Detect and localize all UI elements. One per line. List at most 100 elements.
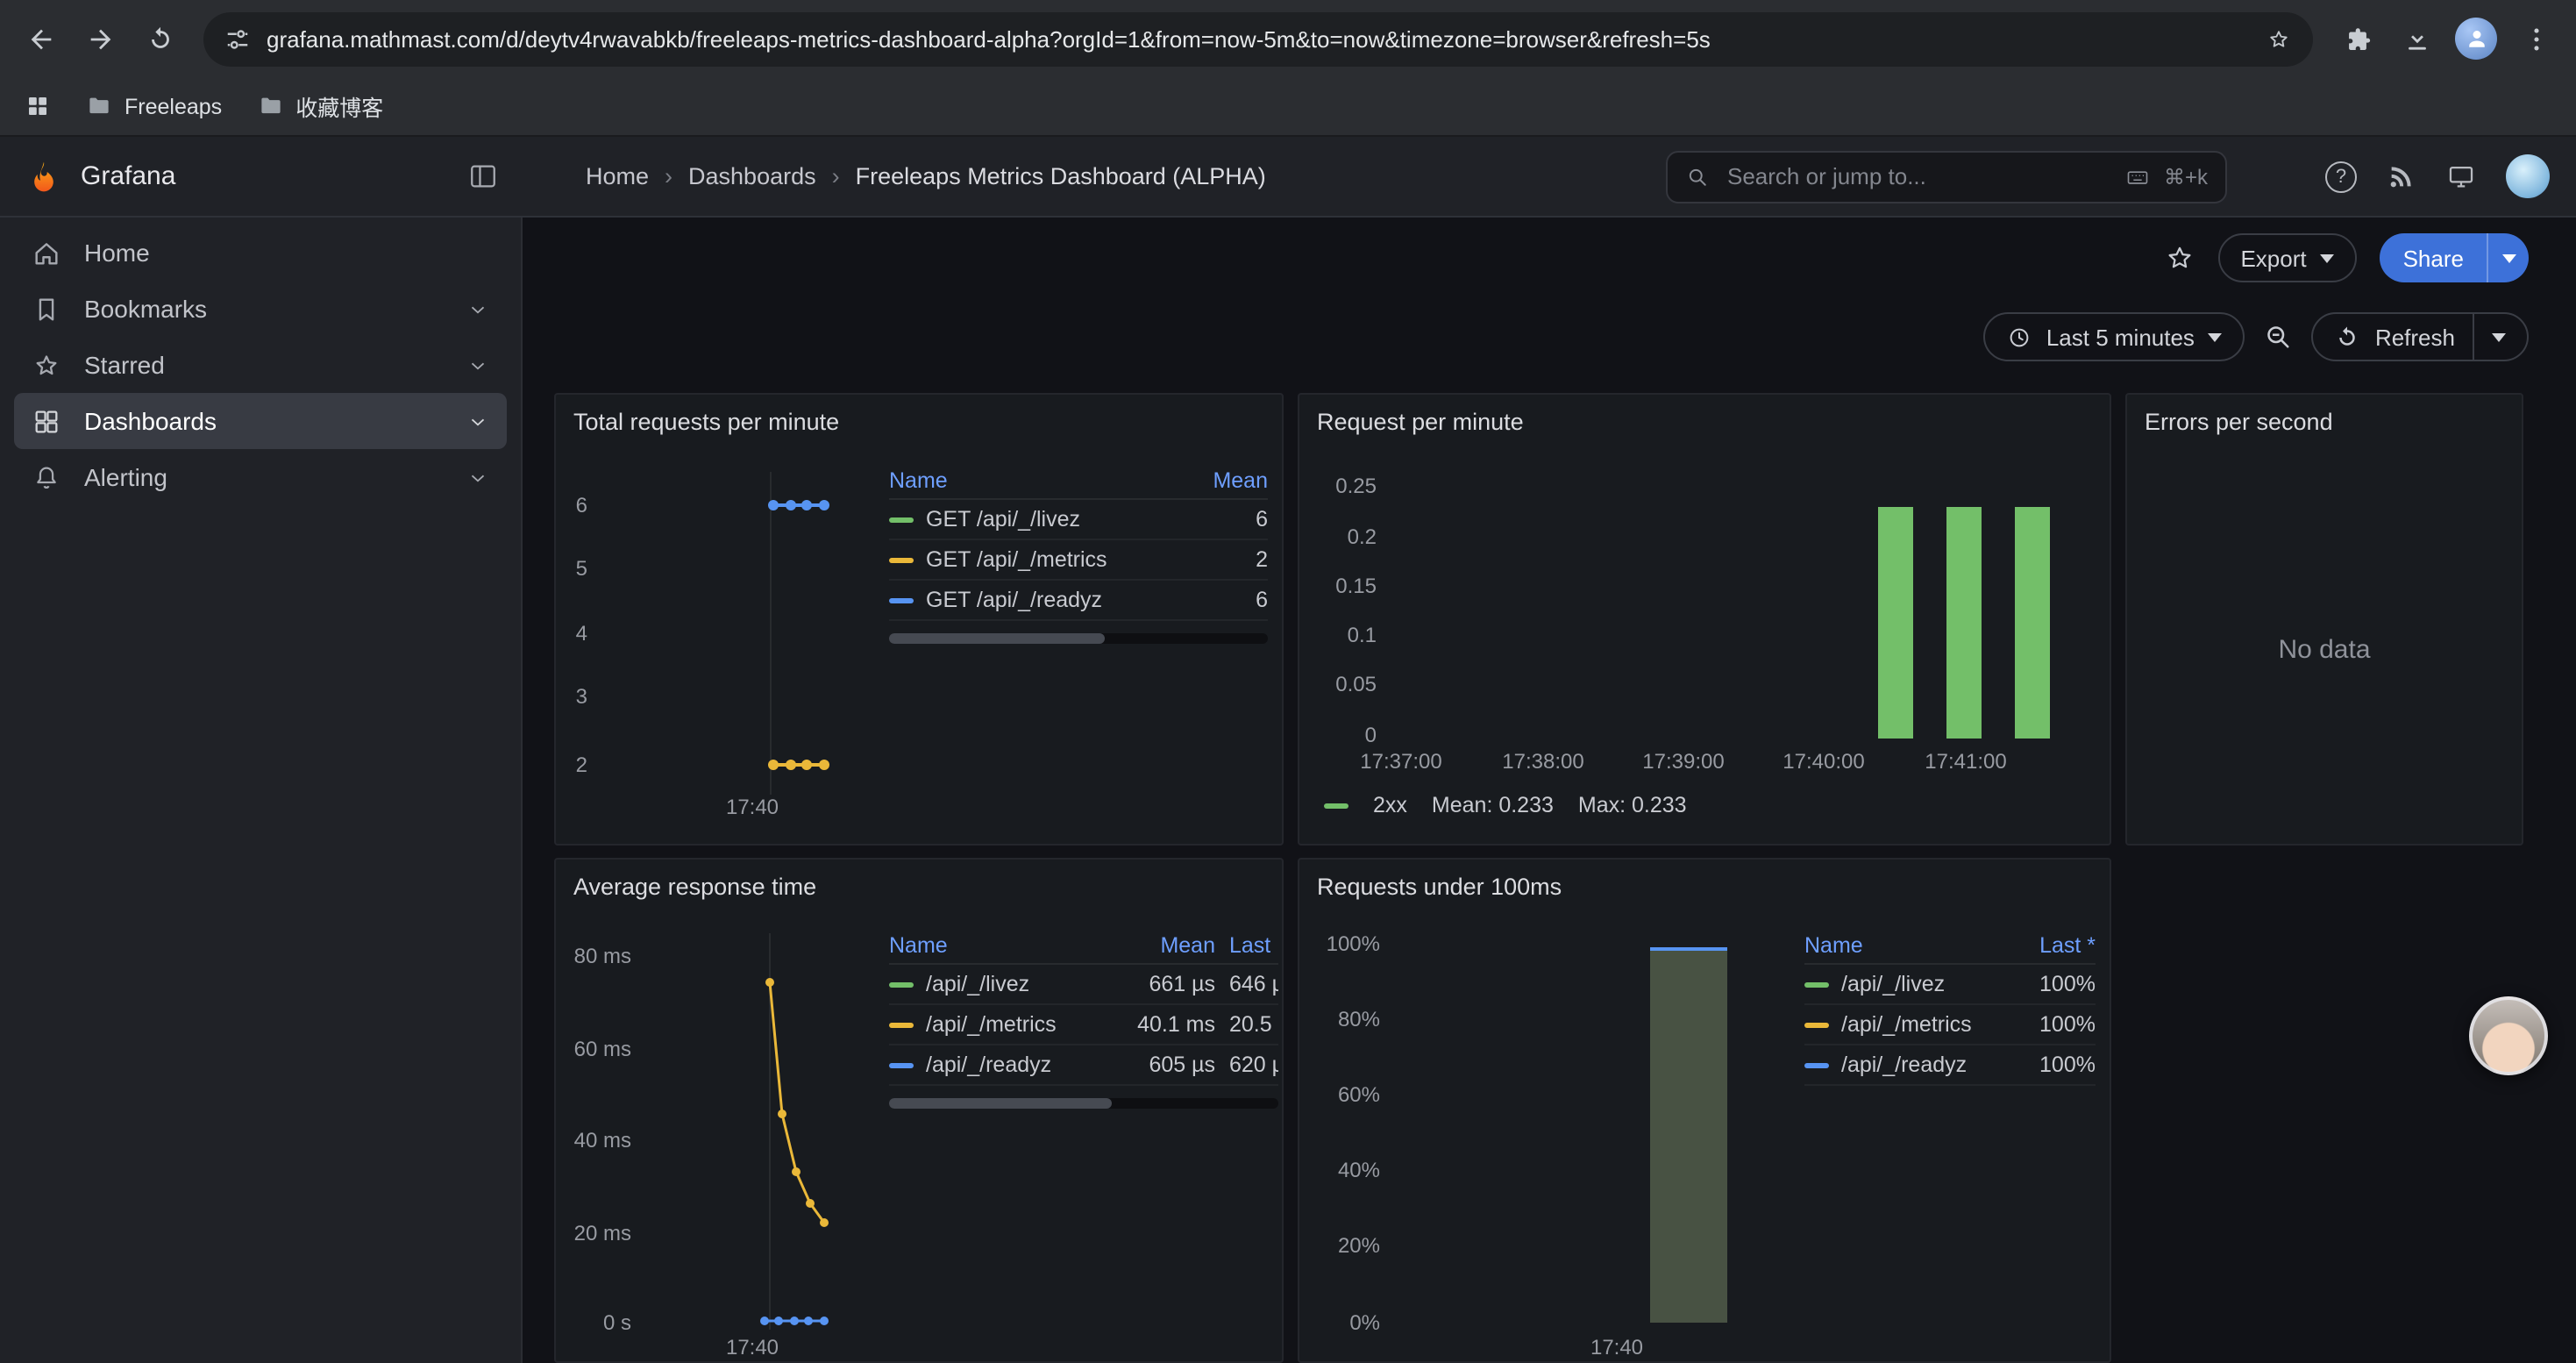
clock-icon [2006,324,2032,350]
back-button[interactable] [14,12,67,65]
time-range-picker[interactable]: Last 5 minutes [1983,312,2245,361]
bar-100-percent [1650,947,1727,1323]
sidebar-item-bookmarks[interactable]: Bookmarks [14,281,507,337]
panel-title[interactable]: Total requests per minute [573,409,839,435]
back-icon [25,24,55,54]
scrollbar-thumb[interactable] [889,1098,1111,1109]
legend-row[interactable]: GET /api/_/metrics 2 [889,540,1268,581]
legend-row[interactable]: /api/_/livez 100% [1804,965,2096,1005]
sidebar-item-starred[interactable]: Starred [14,337,507,393]
legend-col-name[interactable]: Name [889,467,1180,492]
bar-2xx [2015,507,2050,739]
legend-col-mean[interactable]: Mean [1180,467,1268,492]
search-box[interactable]: ⌘+k [1666,150,2227,203]
data-point [768,760,779,770]
star-icon [32,350,61,380]
legend-row[interactable]: GET /api/_/livez 6 [889,500,1268,540]
series-swatch [1324,803,1348,808]
share-button[interactable]: Share [2380,233,2529,282]
reload-icon [145,24,174,54]
series-name: /api/_/readyz [1841,1053,1967,1077]
series-name: GET /api/_/readyz [926,588,1102,612]
data-point [801,760,812,770]
download-icon [2402,24,2431,54]
legend-col-mean[interactable]: Mean [1117,932,1215,957]
legend[interactable]: 2xx Mean: 0.233 Max: 0.233 [1324,793,1687,817]
chevron-down-icon[interactable] [466,353,489,376]
legend-col-name[interactable]: Name [1804,932,2004,957]
search-input[interactable] [1724,161,2111,191]
chevron-down-icon[interactable] [466,297,489,320]
caret-down-icon[interactable] [2492,332,2506,341]
legend-row[interactable]: /api/_/livez 661 µs 646 µs [889,965,1278,1005]
legend-row[interactable]: GET /api/_/readyz 6 [889,581,1268,621]
legend-scrollbar[interactable] [889,1098,1278,1109]
site-info-icon[interactable] [224,25,251,52]
extensions-button[interactable] [2330,12,2383,65]
browser-menu-button[interactable] [2509,12,2562,65]
rss-icon[interactable] [2387,161,2416,191]
forward-button[interactable] [74,12,126,65]
legend-header: Name Mean Last [889,926,1278,965]
series-mean: 661 µs [1117,972,1215,996]
series-swatch [889,1062,914,1067]
series-swatch [889,557,914,562]
y-tick: 0.15 [1299,574,1377,598]
apps-grid-icon[interactable] [25,93,51,119]
chevron-down-icon[interactable] [466,410,489,432]
legend-col-last[interactable]: Last [1229,932,1278,957]
breadcrumb-separator: › [665,163,672,189]
button-divider [2473,314,2474,360]
zoom-out-button[interactable] [2263,321,2295,353]
data-point [819,500,829,510]
favorite-dashboard-button[interactable] [2163,242,2195,274]
help-icon[interactable]: ? [2325,161,2357,192]
legend-row[interactable]: /api/_/readyz 100% [1804,1045,2096,1086]
legend-table: Name Mean GET /api/_/livez 6 GET /api/_/… [889,461,1268,644]
gridline [770,472,772,795]
monitor-icon[interactable] [2446,161,2476,191]
data-point [801,500,812,510]
y-tick: 0.05 [1299,672,1377,696]
bookmark-folder-freeleaps[interactable]: Freeleaps [86,93,222,119]
floating-avatar[interactable] [2469,996,2548,1075]
sidebar-item-alerting[interactable]: Alerting [14,449,507,505]
legend-row[interactable]: /api/_/readyz 605 µs 620 µs [889,1045,1278,1086]
legend-row[interactable]: /api/_/metrics 100% [1804,1005,2096,1045]
scrollbar-thumb[interactable] [889,633,1105,644]
series-swatch [889,597,914,603]
user-avatar[interactable] [2506,154,2550,198]
chevron-down-icon[interactable] [466,466,489,489]
breadcrumb-home[interactable]: Home [586,163,649,189]
bookmark-star-icon[interactable] [2266,25,2292,52]
panel-title[interactable]: Errors per second [2145,409,2333,435]
breadcrumb-dashboards[interactable]: Dashboards [688,163,816,189]
sidebar-item-dashboards[interactable]: Dashboards [14,393,507,449]
panel-title[interactable]: Requests under 100ms [1317,874,1562,900]
url-input[interactable] [267,25,2250,52]
legend-header: Name Last * [1804,926,2096,965]
bookmark-folder-blogs[interactable]: 收藏博客 [257,89,383,123]
legend-scrollbar[interactable] [889,633,1268,644]
reload-button[interactable] [133,12,186,65]
bookmark-icon [32,294,61,324]
header-icons: ? [2325,154,2550,198]
sidebar-toggle-button[interactable] [468,161,498,191]
zoom-out-icon [2263,321,2295,353]
legend-col-last[interactable]: Last * [2004,932,2096,957]
sidebar-item-home[interactable]: Home [14,225,507,281]
grafana-logo [25,157,63,196]
series-name: /api/_/livez [926,972,1029,996]
refresh-button[interactable]: Refresh [2312,312,2529,361]
legend-col-name[interactable]: Name [889,932,1117,957]
brand-name: Grafana [81,161,175,191]
export-button[interactable]: Export [2217,233,2357,282]
x-tick: 17:41:00 [1904,749,2027,774]
downloads-button[interactable] [2390,12,2443,65]
search-shortcut: ⌘+k [2164,164,2208,189]
panel-title[interactable]: Request per minute [1317,409,1524,435]
legend-row[interactable]: /api/_/metrics 40.1 ms 20.5 ms [889,1005,1278,1045]
url-bar[interactable] [203,11,2313,66]
share-caret-button[interactable] [2487,233,2529,282]
browser-profile-button[interactable] [2450,12,2502,65]
